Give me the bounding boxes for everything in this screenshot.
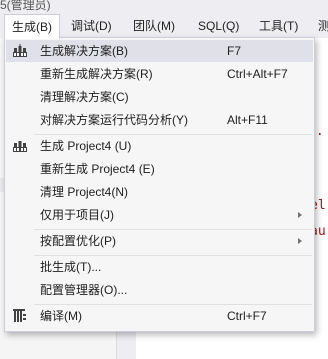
menu-team[interactable]: 团队(M) — [126, 14, 182, 38]
menu-item-rebuild-project[interactable]: 重新生成 Project4 (E) — [6, 158, 313, 180]
menu-item-run-code-analysis[interactable]: 对解决方案运行代码分析(Y) Alt+F11 — [6, 109, 313, 131]
menu-item-label: 重新生成 Project4 (E) — [40, 162, 155, 176]
build-solution-icon — [12, 43, 28, 59]
menu-item-project-only[interactable]: 仅用于项目(J) — [6, 204, 313, 226]
menu-item-batch-build[interactable]: 批生成(T)... — [6, 256, 313, 278]
menu-item-shortcut: Alt+F11 — [227, 113, 268, 127]
menu-item-build-project[interactable]: 生成 Project4 (U) — [6, 135, 313, 157]
menu-item-label: 重新生成解决方案(R) — [40, 67, 153, 81]
menu-item-label: 编译(M) — [40, 309, 82, 323]
menu-item-rebuild-solution[interactable]: 重新生成解决方案(R) Ctrl+Alt+F7 — [6, 63, 313, 85]
menu-item-clean-project[interactable]: 清理 Project4(N) — [6, 181, 313, 203]
menu-item-label: 批生成(T)... — [40, 260, 102, 274]
menu-item-build-solution[interactable]: 生成解决方案(B) F7 — [6, 40, 313, 62]
submenu-arrow-icon — [298, 212, 302, 218]
menu-tools[interactable]: 工具(T) — [252, 14, 305, 38]
menu-item-label: 生成解决方案(B) — [40, 44, 128, 58]
menu-item-compile[interactable]: 编译(M) Ctrl+F7 — [6, 305, 313, 327]
menu-sql[interactable]: SQL(Q) — [191, 14, 246, 38]
menu-item-shortcut: Ctrl+F7 — [227, 309, 267, 323]
build-project-icon — [12, 138, 28, 154]
menu-item-label: 配置管理器(O)... — [40, 283, 128, 297]
menu-item-profile-guided-optimization[interactable]: 按配置优化(P) — [6, 230, 313, 252]
submenu-arrow-icon — [298, 238, 302, 244]
menu-bar: 生成(B) 调试(D) 团队(M) SQL(Q) 工具(T) 测 — [0, 14, 328, 39]
compile-icon — [12, 308, 28, 324]
menu-item-label: 清理解决方案(C) — [40, 90, 129, 104]
menu-item-clean-solution[interactable]: 清理解决方案(C) — [6, 86, 313, 108]
menu-debug[interactable]: 调试(D) — [64, 14, 119, 38]
menu-item-label: 按配置优化(P) — [40, 234, 116, 248]
menu-item-configuration-manager[interactable]: 配置管理器(O)... — [6, 279, 313, 301]
menu-test[interactable]: 测 — [311, 14, 328, 38]
build-menu-dropdown: 生成解决方案(B) F7 重新生成解决方案(R) Ctrl+Alt+F7 清理解… — [4, 37, 315, 332]
menu-item-label: 仅用于项目(J) — [40, 208, 114, 222]
menu-item-label: 清理 Project4(N) — [40, 185, 129, 199]
menu-build[interactable]: 生成(B) — [4, 14, 60, 39]
menu-item-label: 对解决方案运行代码分析(Y) — [40, 113, 188, 127]
window-title: 5(管理员) — [0, 0, 51, 12]
menu-item-shortcut: Ctrl+Alt+F7 — [227, 67, 288, 81]
menu-item-label: 生成 Project4 (U) — [40, 139, 132, 153]
menu-item-shortcut: F7 — [227, 44, 242, 58]
